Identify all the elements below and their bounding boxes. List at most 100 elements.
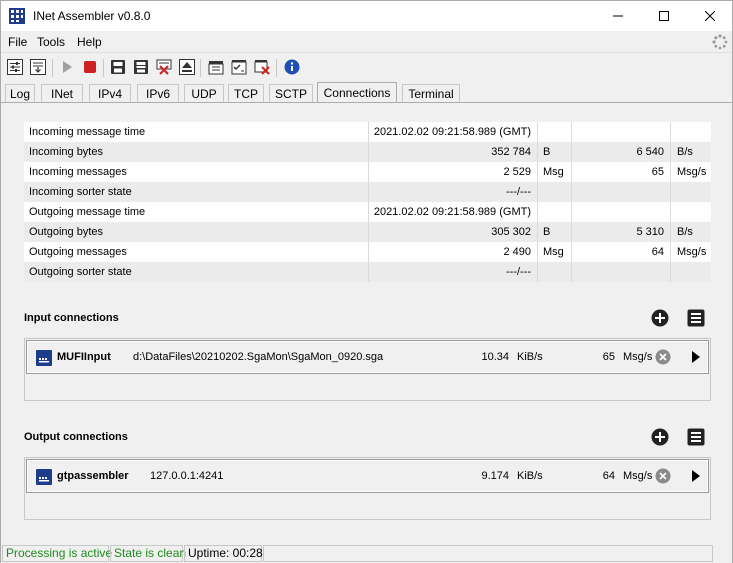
stats-unit: B [543, 146, 551, 158]
expand-connection-icon[interactable] [691, 351, 701, 363]
settings-download-icon [30, 59, 46, 75]
stats-row: Incoming sorter state ---/--- [24, 182, 711, 202]
menu-tools[interactable]: Tools [37, 35, 65, 49]
processing-status: Processing is active [2, 545, 112, 562]
tab-label: INet [50, 86, 73, 101]
tab-label: SCTP [274, 86, 307, 101]
minimize-icon [613, 15, 623, 17]
tab-inet[interactable]: INet [41, 84, 83, 102]
save-all-button[interactable] [132, 58, 150, 76]
output-connections-menu-button[interactable] [687, 428, 705, 446]
settings-download-button[interactable] [29, 58, 47, 76]
add-output-connection-button[interactable] [651, 428, 669, 446]
state-status: State is clean [110, 545, 186, 562]
stats-rate-unit: Msg/s [677, 246, 707, 258]
stop-button[interactable] [81, 58, 99, 76]
input-connections-title: Input connections [24, 312, 119, 324]
stats-rate [572, 262, 664, 282]
maximize-button[interactable] [641, 1, 687, 31]
tab-label: Terminal [408, 86, 454, 101]
clear-checklist-button[interactable] [253, 58, 271, 76]
stats-rate: 64 [651, 246, 664, 258]
tab-ipv4[interactable]: IPv4 [89, 84, 131, 102]
menu-bar: File Tools Help [1, 31, 732, 53]
tab-terminal[interactable]: Terminal [402, 84, 460, 102]
stats-rate: 5 310 [636, 226, 664, 238]
minimize-button[interactable] [595, 1, 641, 31]
eject-button[interactable] [178, 58, 196, 76]
tab-connections[interactable]: Connections [317, 82, 397, 103]
busy-spinner-icon [712, 34, 728, 50]
stats-label: Outgoing bytes [29, 226, 103, 238]
stats-unit: Msg [543, 166, 564, 178]
stats-label: Outgoing messages [29, 246, 127, 258]
tab-tcp[interactable]: TCP [228, 84, 264, 102]
stats-unit [543, 202, 573, 222]
stats-rate-unit: B/s [677, 226, 693, 238]
start-button[interactable] [58, 58, 76, 76]
stats-rate-unit [677, 122, 711, 142]
close-button[interactable] [687, 1, 733, 31]
connection-rate: 64 [602, 470, 615, 482]
connection-details [26, 376, 709, 399]
tab-log[interactable]: Log [5, 84, 35, 102]
settings-button[interactable] [6, 58, 24, 76]
stats-value: 2021.02.02 09:21:58.989 (GMT) [373, 126, 531, 138]
save-icon [111, 60, 125, 74]
toolbar [1, 55, 732, 81]
tab-label: UDP [191, 86, 217, 101]
stats-row: Outgoing sorter state ---/--- [24, 262, 711, 282]
connection-name: gtpassembler [57, 470, 129, 482]
settings-sliders-icon [7, 59, 23, 75]
uptime-status: Uptime: 00:28 [184, 545, 263, 562]
tab-label: Connections [323, 86, 391, 100]
stats-label: Outgoing sorter state [29, 266, 132, 278]
input-connection-icon [36, 350, 52, 366]
save-button[interactable] [109, 58, 127, 76]
menu-file[interactable]: File [8, 35, 27, 49]
delete-button[interactable] [155, 58, 173, 76]
stats-unit [543, 262, 573, 282]
eject-icon [179, 59, 195, 75]
stats-value: 352 784 [491, 146, 531, 158]
tab-udp[interactable]: UDP [184, 84, 224, 102]
stats-value: 2021.02.02 09:21:58.989 (GMT) [373, 206, 531, 218]
expand-connection-icon[interactable] [691, 470, 701, 482]
stats-unit: B [543, 226, 551, 238]
connection-details [26, 495, 709, 518]
connection-name: MUFIInput [57, 351, 111, 363]
remove-connection-icon[interactable] [655, 468, 671, 484]
add-input-connection-button[interactable] [651, 309, 669, 327]
stats-rate [572, 202, 664, 222]
clapper-button[interactable] [207, 58, 225, 76]
checklist-button[interactable] [230, 58, 248, 76]
status-bar: Processing is active State is clean Upti… [1, 543, 732, 563]
input-connections-menu-button[interactable] [687, 309, 705, 327]
stats-rate-unit: Msg/s [677, 166, 707, 178]
save-all-icon [134, 60, 148, 74]
app-window: INet Assembler v0.8.0 File Tools Help Lo… [0, 0, 733, 563]
tab-sctp[interactable]: SCTP [269, 84, 313, 102]
output-connections-panel: gtpassembler 127.0.0.1:4241 9.174 KiB/s … [24, 457, 711, 520]
tab-label: Log [9, 86, 31, 101]
connection-speed: 10.34 [481, 351, 509, 363]
stats-row: Incoming message time 2021.02.02 09:21:58… [24, 122, 711, 142]
stats-unit [543, 182, 573, 202]
maximize-icon [659, 11, 669, 21]
stats-rate-unit: B/s [677, 146, 693, 158]
remove-connection-icon[interactable] [655, 349, 671, 365]
stats-row: Outgoing message time 2021.02.02 09:21:58… [24, 202, 711, 222]
tab-label: IPv4 [97, 86, 122, 101]
tab-divider [1, 102, 732, 103]
stats-row: Outgoing messages 2 490 Msg 64 Msg/s [24, 242, 711, 262]
stats-rate: 6 540 [636, 146, 664, 158]
about-button[interactable] [283, 58, 301, 76]
input-connection-row[interactable]: MUFIInput d:\DataFiles\20210202.SgaMon\S… [26, 340, 709, 374]
stats-row: Incoming messages 2 529 Msg 65 Msg/s [24, 162, 711, 182]
stats-label: Incoming message time [29, 126, 146, 138]
tab-ipv6[interactable]: IPv6 [137, 84, 179, 102]
stats-row: Incoming bytes 352 784 B 6 540 B/s [24, 142, 711, 162]
close-icon [705, 11, 715, 21]
menu-help[interactable]: Help [77, 35, 102, 49]
output-connection-row[interactable]: gtpassembler 127.0.0.1:4241 9.174 KiB/s … [26, 459, 709, 493]
